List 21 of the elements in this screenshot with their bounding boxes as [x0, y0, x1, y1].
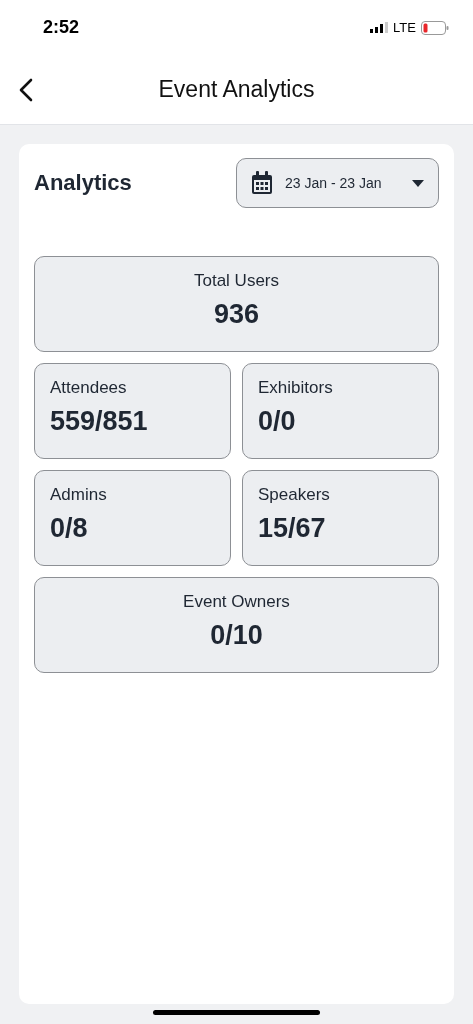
- stat-label: Total Users: [194, 271, 279, 291]
- date-range-dropdown[interactable]: 23 Jan - 23 Jan: [236, 158, 439, 208]
- stat-value: 0/8: [50, 513, 89, 544]
- battery-icon: [421, 20, 449, 35]
- network-label: LTE: [393, 20, 416, 35]
- stat-label: Admins: [50, 485, 108, 505]
- section-heading: Analytics: [34, 170, 132, 196]
- stat-label: Event Owners: [183, 592, 290, 612]
- stat-label: Exhibitors: [258, 378, 334, 398]
- stat-value: 15/67: [258, 513, 327, 544]
- calendar-icon: [251, 171, 273, 195]
- page-title: Event Analytics: [158, 76, 315, 103]
- stat-value: 0/0: [258, 406, 297, 437]
- status-time: 2:52: [43, 17, 80, 38]
- stat-label: Attendees: [50, 378, 128, 398]
- stat-label: Speakers: [258, 485, 331, 505]
- stat-value: 936: [213, 299, 260, 330]
- signal-icon: [370, 22, 389, 33]
- caret-icon: [412, 179, 424, 187]
- stat-value: 559/851: [50, 406, 149, 437]
- stat-value: 0/10: [210, 620, 263, 651]
